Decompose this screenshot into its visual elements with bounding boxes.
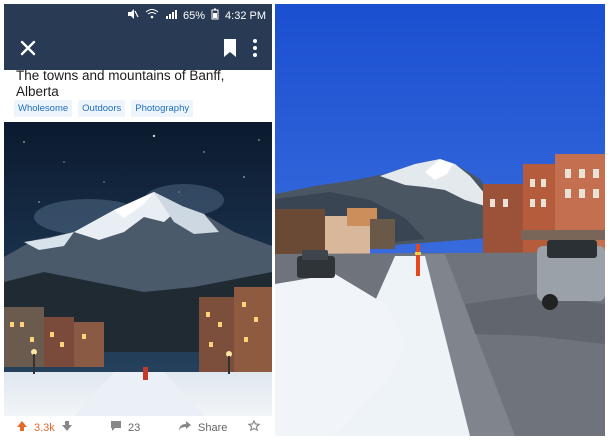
post-image[interactable] — [4, 122, 272, 416]
night-town-illustration — [4, 122, 272, 416]
comment-count: 23 — [128, 421, 141, 434]
upvote-icon[interactable] — [16, 420, 28, 435]
app-bar — [4, 26, 272, 70]
award-button[interactable] — [247, 419, 261, 435]
mute-icon — [127, 8, 139, 23]
mobile-screenshot: 65% 4:32 PM The towns and mountains of B… — [4, 4, 272, 436]
banff-street-photo — [275, 4, 605, 436]
bookmark-icon[interactable] — [222, 38, 238, 58]
comment-icon — [110, 420, 122, 435]
tag-photography[interactable]: Photography — [131, 100, 194, 117]
wifi-icon — [145, 8, 159, 23]
signal-icon — [165, 8, 177, 23]
post-title: The towns and mountains of Banff, Albert… — [16, 68, 225, 99]
vote-group: 3.3k — [16, 420, 73, 435]
comments-button[interactable]: 23 — [110, 420, 140, 435]
close-icon[interactable] — [16, 36, 40, 60]
post-actions: 3.3k 23 Share — [4, 418, 272, 436]
tag-list: Wholesome Outdoors Photography — [14, 100, 194, 117]
day-street-scene — [275, 4, 605, 436]
share-label: Share — [198, 421, 228, 434]
share-icon — [178, 420, 192, 435]
battery-icon — [211, 8, 219, 23]
status-right: 65% 4:32 PM — [127, 8, 266, 23]
more-icon[interactable] — [246, 36, 264, 60]
tag-outdoors[interactable]: Outdoors — [78, 100, 126, 117]
clock: 4:32 PM — [225, 9, 266, 22]
downvote-icon[interactable] — [61, 420, 73, 435]
share-button[interactable]: Share — [178, 420, 227, 435]
award-icon — [247, 419, 261, 435]
battery-percent: 65% — [183, 9, 206, 22]
tag-wholesome[interactable]: Wholesome — [14, 100, 73, 117]
status-bar: 65% 4:32 PM — [4, 4, 272, 26]
upvote-count: 3.3k — [34, 421, 55, 434]
